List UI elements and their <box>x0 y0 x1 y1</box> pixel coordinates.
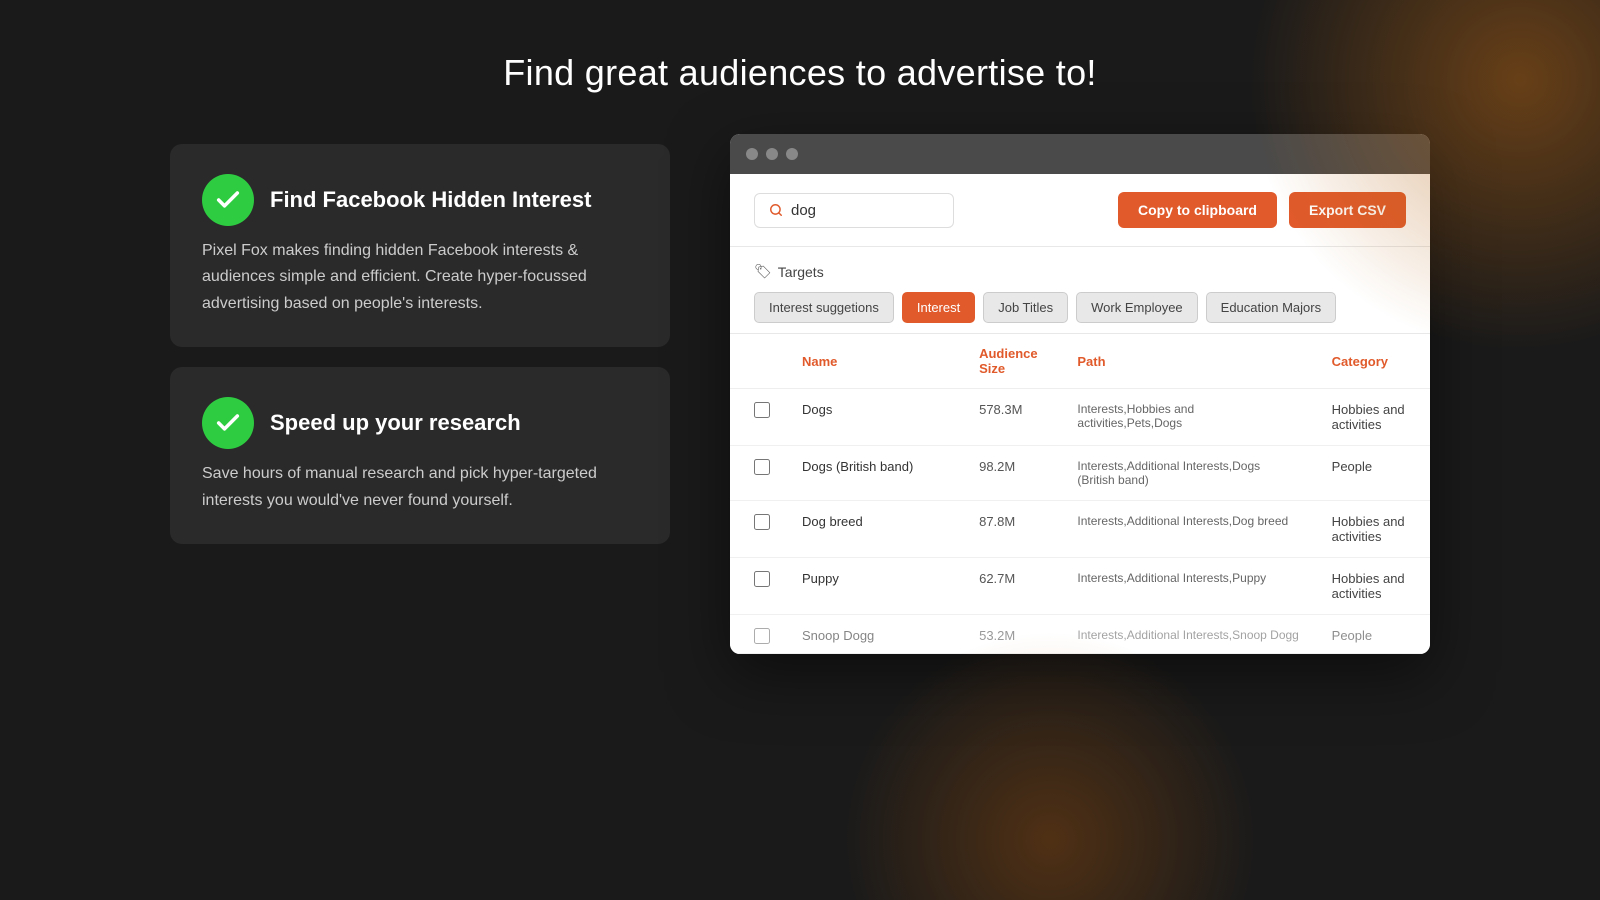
row-name-3: Dog breed <box>786 501 963 558</box>
browser-window: dog Copy to clipboard Export CSV 🏷 Targe… <box>730 134 1430 654</box>
targets-label: 🏷 Targets <box>754 263 1406 280</box>
row-checkbox-1[interactable] <box>754 402 770 418</box>
row-name-5: Snoop Dogg <box>786 615 963 654</box>
table-row: Dog breed 87.8M Interests,Additional Int… <box>730 501 1430 558</box>
row-size-3: 87.8M <box>963 501 1061 558</box>
feature-desc-2: Save hours of manual research and pick h… <box>202 461 638 514</box>
row-cat-4: Hobbies and activities <box>1316 558 1430 615</box>
tab-work-employee[interactable]: Work Employee <box>1076 292 1198 323</box>
row-checkbox-cell-4[interactable] <box>730 558 786 615</box>
table-row: Snoop Dogg 53.2M Interests,Additional In… <box>730 615 1430 654</box>
row-name-2: Dogs (British band) <box>786 446 963 501</box>
row-cat-2: People <box>1316 446 1430 501</box>
feature-card-2-header: Speed up your research <box>202 397 638 449</box>
col-header-category: Category <box>1316 334 1430 389</box>
left-panel: Find Facebook Hidden Interest Pixel Fox … <box>170 134 670 544</box>
feature-card-1: Find Facebook Hidden Interest Pixel Fox … <box>170 144 670 347</box>
col-checkbox <box>730 334 786 389</box>
col-header-path: Path <box>1061 334 1315 389</box>
search-input-wrapper[interactable]: dog <box>754 193 954 228</box>
checkmark-circle-2 <box>202 397 254 449</box>
table-row: Dogs 578.3M Interests,Hobbies and activi… <box>730 389 1430 446</box>
row-checkbox-3[interactable] <box>754 514 770 530</box>
row-checkbox-cell-5[interactable] <box>730 615 786 654</box>
table-row: Puppy 62.7M Interests,Additional Interes… <box>730 558 1430 615</box>
row-name-1: Dogs <box>786 389 963 446</box>
row-checkbox-4[interactable] <box>754 571 770 587</box>
row-size-4: 62.7M <box>963 558 1061 615</box>
row-size-2: 98.2M <box>963 446 1061 501</box>
export-csv-button[interactable]: Export CSV <box>1289 192 1406 228</box>
tag-icon: 🏷 <box>754 263 772 280</box>
row-checkbox-5[interactable] <box>754 628 770 644</box>
table-row: Dogs (British band) 98.2M Interests,Addi… <box>730 446 1430 501</box>
feature-card-2: Speed up your research Save hours of man… <box>170 367 670 544</box>
browser-titlebar <box>730 134 1430 174</box>
feature-title-2: Speed up your research <box>270 409 521 438</box>
row-size-5: 53.2M <box>963 615 1061 654</box>
tab-interest-suggestions[interactable]: Interest suggetions <box>754 292 894 323</box>
table-header: Name Audience Size Path Category <box>730 334 1430 389</box>
feature-title-1: Find Facebook Hidden Interest <box>270 186 591 215</box>
row-path-3: Interests,Additional Interests,Dog breed <box>1061 501 1315 558</box>
row-path-2: Interests,Additional Interests,Dogs (Bri… <box>1061 446 1315 501</box>
row-cat-5: People <box>1316 615 1430 654</box>
browser-content: dog Copy to clipboard Export CSV 🏷 Targe… <box>730 174 1430 654</box>
row-checkbox-cell-3[interactable] <box>730 501 786 558</box>
copy-to-clipboard-button[interactable]: Copy to clipboard <box>1118 192 1277 228</box>
titlebar-dot-3 <box>786 148 798 160</box>
row-path-1: Interests,Hobbies and activities,Pets,Do… <box>1061 389 1315 446</box>
tab-education-majors[interactable]: Education Majors <box>1206 292 1336 323</box>
row-name-4: Puppy <box>786 558 963 615</box>
targets-text: Targets <box>778 264 824 280</box>
search-value: dog <box>791 202 816 219</box>
table-body: Dogs 578.3M Interests,Hobbies and activi… <box>730 389 1430 654</box>
row-checkbox-cell-1[interactable] <box>730 389 786 446</box>
checkmark-circle-1 <box>202 174 254 226</box>
row-checkbox-cell-2[interactable] <box>730 446 786 501</box>
page-title: Find great audiences to advertise to! <box>0 0 1600 134</box>
row-path-4: Interests,Additional Interests,Puppy <box>1061 558 1315 615</box>
row-cat-1: Hobbies and activities <box>1316 389 1430 446</box>
row-checkbox-2[interactable] <box>754 459 770 475</box>
tab-job-titles[interactable]: Job Titles <box>983 292 1068 323</box>
col-header-name: Name <box>786 334 963 389</box>
search-icon <box>769 203 783 217</box>
titlebar-dot-2 <box>766 148 778 160</box>
filter-tabs: Interest suggetions Interest Job Titles … <box>754 292 1406 323</box>
search-bar-row: dog Copy to clipboard Export CSV <box>730 174 1430 247</box>
main-layout: Find Facebook Hidden Interest Pixel Fox … <box>0 134 1600 654</box>
row-size-1: 578.3M <box>963 389 1061 446</box>
row-path-5: Interests,Additional Interests,Snoop Dog… <box>1061 615 1315 654</box>
row-cat-3: Hobbies and activities <box>1316 501 1430 558</box>
data-table: Name Audience Size Path Category Dogs 57… <box>730 334 1430 654</box>
feature-desc-1: Pixel Fox makes finding hidden Facebook … <box>202 238 638 317</box>
tab-interest[interactable]: Interest <box>902 292 975 323</box>
col-header-audience-size: Audience Size <box>963 334 1061 389</box>
titlebar-dot-1 <box>746 148 758 160</box>
targets-section: 🏷 Targets Interest suggetions Interest J… <box>730 247 1430 334</box>
feature-card-1-header: Find Facebook Hidden Interest <box>202 174 638 226</box>
action-buttons: Copy to clipboard Export CSV <box>1118 192 1406 228</box>
